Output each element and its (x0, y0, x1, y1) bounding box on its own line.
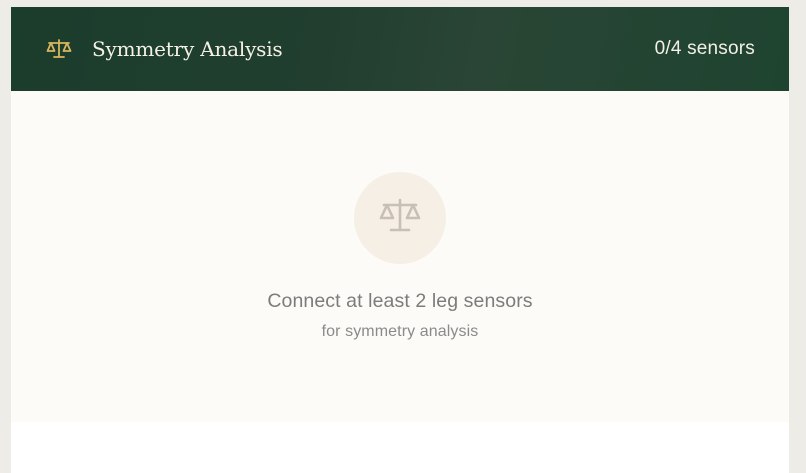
card-title: Symmetry Analysis (92, 37, 283, 61)
symmetry-analysis-card: Symmetry Analysis 0/4 sensors Connect at… (11, 7, 789, 473)
card-header: Symmetry Analysis 0/4 sensors (11, 7, 789, 91)
scale-icon (46, 38, 72, 60)
empty-state-icon-circle (354, 172, 446, 264)
sensor-count: 0/4 sensors (654, 38, 755, 59)
header-left: Symmetry Analysis (46, 37, 283, 61)
scale-icon (378, 196, 422, 240)
card-footer (11, 422, 789, 473)
empty-state: Connect at least 2 leg sensors for symme… (11, 91, 789, 422)
empty-state-submessage: for symmetry analysis (321, 323, 479, 340)
empty-state-message: Connect at least 2 leg sensors (267, 290, 533, 312)
